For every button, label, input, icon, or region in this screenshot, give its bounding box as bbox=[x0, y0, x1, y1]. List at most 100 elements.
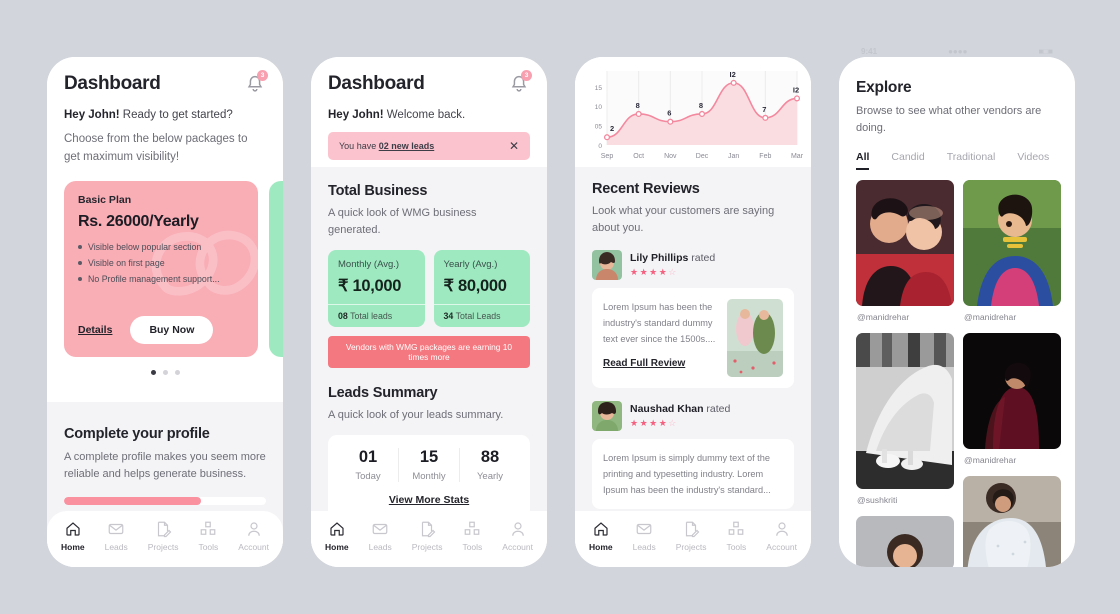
review-thumbnail[interactable] bbox=[727, 299, 783, 378]
explore-tile[interactable] bbox=[963, 180, 1061, 307]
plans-carousel[interactable]: Basic Plan Rs. 26000/Yearly Visible belo… bbox=[47, 180, 283, 357]
svg-text:7: 7 bbox=[762, 105, 766, 114]
nav-item-account[interactable]: Account bbox=[238, 520, 269, 552]
plan-feature: Visible on first page bbox=[78, 258, 244, 268]
nav-label: Home bbox=[60, 542, 85, 552]
packages-subtitle: Choose from the below packages to get ma… bbox=[64, 133, 248, 164]
review-text: Lorem Ipsum is simply dummy text of the … bbox=[603, 453, 771, 496]
review-header: Naushad Khan rated ★★★★☆ bbox=[592, 401, 794, 432]
nav-label: Tools bbox=[726, 542, 747, 552]
review-card: Lorem Ipsum has been the industry's stan… bbox=[592, 288, 794, 389]
plan-card-business[interactable]: Business Plan Rs. 50000/Yearly Visible i… bbox=[269, 180, 283, 357]
person-icon bbox=[775, 522, 788, 536]
explore-subtitle: Browse to see what other vendors are doi… bbox=[856, 105, 1042, 135]
svg-text:10: 10 bbox=[595, 104, 603, 111]
view-more-stats-link[interactable]: View More Stats bbox=[338, 494, 520, 506]
nav-item-tools[interactable]: Tools bbox=[198, 520, 218, 552]
phone-screen-explore: Explore Browse to see what other vendors… bbox=[839, 57, 1075, 567]
star-empty-icon: ☆ bbox=[668, 267, 678, 278]
alert-text: You have 02 new leads bbox=[339, 141, 434, 151]
total-business-cards: Monthly (Avg.) ₹ 10,000 08 Total leads Y… bbox=[328, 250, 530, 328]
explore-handle: @manidrehar bbox=[857, 312, 910, 323]
stat-card-monthly[interactable]: Monthly (Avg.) ₹ 10,000 08 Total leads bbox=[328, 250, 425, 328]
screen1-header: Dashboard 3 bbox=[47, 57, 283, 95]
greeting-name: Hey John! bbox=[328, 109, 384, 121]
stat-card-yearly[interactable]: Yearly (Avg.) ₹ 80,000 34 Total Leads bbox=[433, 250, 530, 328]
nav-item-home[interactable]: Home bbox=[589, 520, 613, 552]
screen2-header: Dashboard 3 bbox=[311, 57, 547, 95]
tab-traditional[interactable]: Traditional bbox=[947, 151, 996, 170]
explore-tile[interactable] bbox=[856, 180, 954, 307]
app-canvas: 9:41 ●●●● ■□■ Dashboard 3 Hey John! Read… bbox=[0, 0, 1120, 614]
review-text: Lorem Ipsum has been the industry's stan… bbox=[603, 302, 716, 345]
carousel-pagination[interactable] bbox=[47, 369, 283, 375]
envelope-icon bbox=[108, 523, 124, 535]
explore-tabs[interactable]: All Candid Traditional Videos bbox=[839, 151, 1075, 171]
review-card: Lorem Ipsum is simply dummy text of the … bbox=[592, 439, 794, 510]
screen2-scroll-body: Total Business A quick look of WMG busin… bbox=[311, 167, 547, 511]
leads-summary-title: Leads Summary bbox=[328, 385, 438, 402]
explore-tile[interactable] bbox=[856, 333, 954, 490]
greeting-rest: Ready to get started? bbox=[119, 109, 233, 121]
stat-footer-text: Total Leads bbox=[453, 311, 501, 322]
document-edit-icon bbox=[158, 521, 172, 538]
tab-videos[interactable]: Videos bbox=[1017, 151, 1049, 170]
plan-feature: No Profile management support... bbox=[78, 274, 244, 284]
plan-card-basic[interactable]: Basic Plan Rs. 26000/Yearly Visible belo… bbox=[64, 180, 258, 357]
nav-item-account[interactable]: Account bbox=[502, 520, 533, 552]
notification-bell-button[interactable]: 3 bbox=[244, 70, 268, 95]
complete-profile-text: A complete profile makes you seem more r… bbox=[64, 451, 266, 481]
plan-details-link[interactable]: Details bbox=[78, 324, 112, 336]
bottom-nav[interactable]: Home Leads Projects Tools Account bbox=[575, 511, 811, 567]
nav-item-tools[interactable]: Tools bbox=[462, 520, 482, 552]
explore-tile[interactable] bbox=[856, 516, 954, 567]
leads-trend-chart: 0 05 10 15 2 8 6 8 I2 7 I2 Sep Oct Nov Dec Jan Feb Mar bbox=[575, 57, 811, 162]
stat-caption: Yearly (Avg.) bbox=[443, 259, 498, 271]
nav-item-leads[interactable]: Leads bbox=[633, 520, 656, 552]
bottom-nav[interactable]: Home Leads Projects Tools Account bbox=[311, 511, 547, 567]
profile-progress-fill bbox=[64, 497, 202, 506]
stat-footer-text: Total leads bbox=[347, 311, 393, 322]
recent-reviews-title: Recent Reviews bbox=[592, 181, 700, 197]
plan-price: Rs. 26000/Yearly bbox=[78, 212, 199, 230]
buy-now-button[interactable]: Buy Now bbox=[130, 315, 214, 344]
tab-all[interactable]: All bbox=[856, 151, 870, 171]
nav-label: Account bbox=[766, 542, 797, 552]
svg-text:8: 8 bbox=[636, 101, 640, 110]
explore-tile[interactable] bbox=[963, 476, 1061, 567]
carousel-dot[interactable] bbox=[162, 369, 168, 375]
nav-item-projects[interactable]: Projects bbox=[676, 520, 706, 552]
carousel-dot[interactable] bbox=[174, 369, 180, 375]
alert-link[interactable]: 02 new leads bbox=[379, 141, 435, 151]
nav-label: Projects bbox=[411, 542, 443, 552]
bottom-nav[interactable]: Home Leads Projects Tools Account bbox=[47, 511, 283, 567]
notification-bell-button[interactable]: 3 bbox=[508, 70, 532, 95]
nav-item-leads[interactable]: Leads bbox=[369, 520, 392, 552]
nav-item-projects[interactable]: Projects bbox=[148, 520, 178, 552]
carousel-dot[interactable] bbox=[150, 369, 156, 375]
phone-screen-reviews: 0 05 10 15 2 8 6 8 I2 7 I2 Sep Oct Nov Dec Jan Feb Mar Re… bbox=[575, 57, 811, 567]
nav-item-home[interactable]: Home bbox=[325, 520, 349, 552]
new-leads-alert[interactable]: You have 02 new leads ✕ bbox=[328, 132, 530, 160]
nav-label: Account bbox=[502, 542, 533, 552]
nav-item-leads[interactable]: Leads bbox=[105, 520, 128, 552]
explore-tile[interactable] bbox=[963, 333, 1061, 450]
saree-photo bbox=[963, 180, 1061, 307]
leads-value: 15 bbox=[419, 448, 439, 467]
greeting-line: Hey John! Welcome back. bbox=[311, 95, 547, 121]
leads-stat-monthly: 15 Monthly bbox=[398, 448, 459, 483]
nav-item-projects[interactable]: Projects bbox=[411, 520, 443, 552]
close-icon[interactable]: ✕ bbox=[509, 140, 519, 152]
tab-candid[interactable]: Candid bbox=[891, 151, 924, 170]
svg-text:Mar: Mar bbox=[791, 153, 804, 160]
nav-label: Leads bbox=[104, 542, 128, 552]
read-full-review-link[interactable]: Read Full Review bbox=[603, 358, 685, 369]
nav-item-tools[interactable]: Tools bbox=[726, 520, 746, 552]
nav-item-home[interactable]: Home bbox=[61, 520, 85, 552]
total-business-subtitle: A quick look of WMG business generated. bbox=[328, 207, 477, 237]
review-meta: Lily Phillips rated ★★★★☆ bbox=[630, 252, 715, 278]
nav-label: Tools bbox=[198, 542, 219, 552]
person-icon bbox=[511, 522, 524, 536]
nav-item-account[interactable]: Account bbox=[766, 520, 797, 552]
greeting-rest: Welcome back. bbox=[383, 109, 466, 121]
